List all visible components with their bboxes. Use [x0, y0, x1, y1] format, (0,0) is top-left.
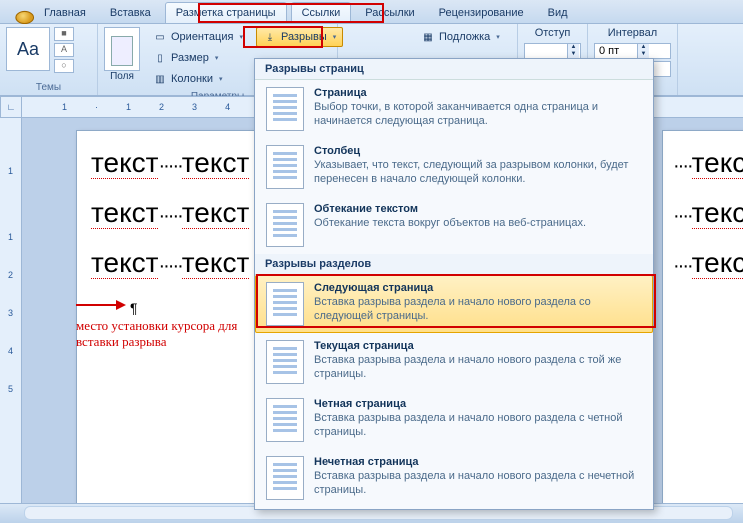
gallery-header-section-breaks: Разрывы разделов: [255, 254, 653, 275]
tab-review[interactable]: Рецензирование: [429, 3, 534, 23]
gallery-item-page[interactable]: Страница Выбор точки, в которой заканчив…: [255, 80, 653, 138]
gallery-item-column[interactable]: Столбец Указывает, что текст, следующий …: [255, 138, 653, 196]
gallery-item-title: Следующая страница: [314, 282, 642, 294]
section-continuous-icon: [266, 340, 304, 384]
gallery-item-desc: Вставка разрыва раздела и начало нового …: [314, 296, 642, 324]
columns-icon: ▥: [153, 72, 167, 86]
chevron-down-icon: ▾: [496, 33, 500, 41]
group-label-themes: Темы: [6, 80, 91, 95]
breaks-icon: ⤓: [263, 30, 277, 44]
page-2[interactable]: ····текст ····текст ····текст: [662, 130, 743, 503]
margins-label: Поля: [110, 71, 134, 82]
gallery-item-desc: Выбор точки, в которой заканчивается одн…: [314, 101, 642, 129]
page-break-icon: [266, 87, 304, 131]
gallery-item-desc: Вставка разрыва раздела и начало нового …: [314, 470, 642, 498]
tab-insert[interactable]: Вставка: [100, 3, 161, 23]
watermark-button[interactable]: ▦ Подложка ▾: [414, 27, 511, 47]
indent-label: Отступ: [524, 27, 581, 39]
gallery-item-title: Обтекание текстом: [314, 203, 586, 215]
gallery-item-title: Четная страница: [314, 398, 642, 410]
text-wrap-icon: [266, 203, 304, 247]
tab-references[interactable]: Ссылки: [291, 2, 352, 23]
columns-button[interactable]: ▥ Колонки ▾: [146, 69, 250, 89]
spacing-before[interactable]: ▲▼: [594, 43, 671, 59]
indent-left[interactable]: ▲▼: [524, 43, 581, 59]
spacing-label: Интервал: [594, 27, 671, 39]
section-even-page-icon: [266, 398, 304, 442]
chevron-down-icon: ▾: [333, 33, 337, 41]
chevron-down-icon: ▾: [215, 54, 219, 62]
breaks-gallery: Разрывы страниц Страница Выбор точки, в …: [254, 58, 654, 510]
gallery-item-title: Нечетная страница: [314, 456, 642, 468]
watermark-label: Подложка: [439, 31, 490, 43]
gallery-item-odd-page[interactable]: Нечетная страница Вставка разрыва раздел…: [255, 449, 653, 507]
gallery-item-desc: Указывает, что текст, следующий за разры…: [314, 159, 642, 187]
gallery-item-next-page[interactable]: Следующая страница Вставка разрыва разде…: [255, 275, 653, 333]
themes-button[interactable]: Aa: [6, 27, 50, 71]
size-button[interactable]: ▯ Размер ▾: [146, 48, 250, 68]
section-next-page-icon: [266, 282, 304, 326]
size-label: Размер: [171, 52, 209, 64]
gallery-item-desc: Вставка разрыва раздела и начало нового …: [314, 354, 642, 382]
gallery-item-title: Страница: [314, 87, 642, 99]
columns-label: Колонки: [171, 73, 213, 85]
vertical-ruler[interactable]: 1 1 23 45: [0, 118, 22, 503]
pilcrow-mark: ¶: [130, 300, 138, 316]
office-button[interactable]: [15, 11, 34, 24]
group-themes: Aa ■ A ○ Темы: [0, 24, 98, 95]
watermark-icon: ▦: [421, 30, 435, 44]
theme-fonts-icon[interactable]: A: [54, 43, 74, 57]
theme-effects-icon[interactable]: ○: [54, 59, 74, 73]
gallery-item-continuous[interactable]: Текущая страница Вставка разрыва раздела…: [255, 333, 653, 391]
section-odd-page-icon: [266, 456, 304, 500]
orientation-label: Ориентация: [171, 31, 233, 43]
breaks-label: Разрывы: [281, 31, 327, 43]
gallery-item-desc: Вставка разрыва раздела и начало нового …: [314, 412, 642, 440]
breaks-button[interactable]: ⤓ Разрывы ▾: [256, 27, 343, 47]
tab-page-layout[interactable]: Разметка страницы: [165, 2, 287, 23]
gallery-item-desc: Обтекание текста вокруг объектов на веб-…: [314, 217, 586, 231]
page-1[interactable]: текст·····текст текст·····текст текст···…: [76, 130, 266, 503]
chevron-down-icon: ▾: [239, 33, 243, 41]
theme-colors-icon[interactable]: ■: [54, 27, 74, 41]
orientation-icon: ▭: [153, 30, 167, 44]
tab-mailings[interactable]: Рассылки: [355, 3, 424, 23]
ribbon-tabs: Главная Вставка Разметка страницы Ссылки…: [0, 0, 743, 24]
tab-view[interactable]: Вид: [538, 3, 578, 23]
gallery-item-even-page[interactable]: Четная страница Вставка разрыва раздела …: [255, 391, 653, 449]
ruler-corner[interactable]: ∟: [0, 96, 22, 118]
orientation-button[interactable]: ▭ Ориентация ▾: [146, 27, 250, 47]
gallery-header-page-breaks: Разрывы страниц: [255, 59, 653, 80]
column-break-icon: [266, 145, 304, 189]
annotation-arrow-icon: [76, 298, 126, 312]
margins-button[interactable]: [104, 27, 140, 71]
size-icon: ▯: [153, 51, 167, 65]
gallery-item-title: Текущая страница: [314, 340, 642, 352]
gallery-item-text-wrap[interactable]: Обтекание текстом Обтекание текста вокру…: [255, 196, 653, 254]
annotation-text: место установки курсора для вставки разр…: [76, 318, 246, 351]
tab-home[interactable]: Главная: [34, 3, 96, 23]
gallery-item-title: Столбец: [314, 145, 642, 157]
chevron-down-icon: ▾: [219, 75, 223, 83]
